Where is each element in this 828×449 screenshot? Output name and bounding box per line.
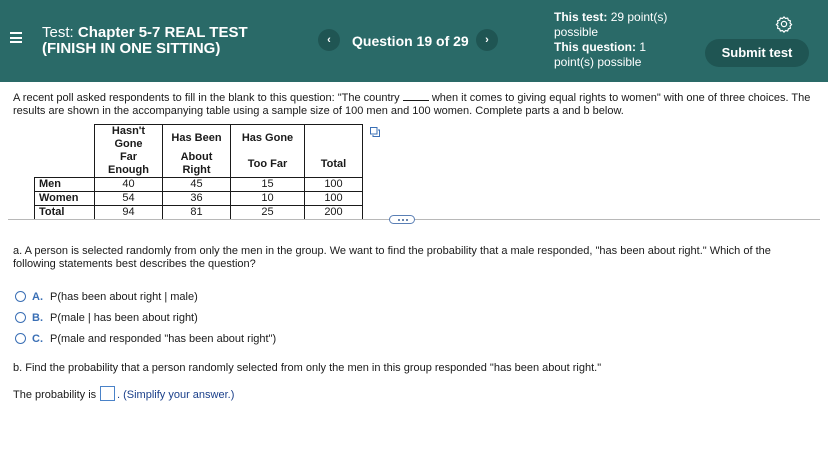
table-header [304,124,363,151]
table-cell: 200 [304,205,363,220]
table-header: About Right [162,151,231,178]
answer-hint: . (Simplify your answer.) [117,389,235,401]
next-question-button[interactable]: › [476,29,498,51]
test-title-name: Chapter 5-7 REAL TEST [77,24,248,41]
row-label: Women [34,191,95,206]
table-row: Men 40 45 15 100 [34,177,363,192]
submit-test-button[interactable]: Submit test [705,39,809,67]
table-cell: 54 [94,191,163,206]
choice-letter: B. [32,312,43,324]
answer-prefix: The probability is [13,389,97,401]
radio-button[interactable] [15,312,26,323]
part-b-prompt: b. Find the probability that a person ra… [13,362,602,374]
question-intro: A recent poll asked respondents to fill … [13,92,821,118]
table-cell: 40 [94,177,163,192]
test-title: Test: Chapter 5-7 REAL TEST (FINISH IN O… [42,25,248,57]
table-corner [34,124,95,178]
expand-toggle-button[interactable] [389,215,415,224]
choice-letter: A. [32,291,43,303]
menu-icon[interactable] [10,32,22,43]
table-header: Too Far [230,151,305,178]
choice-letter: C. [32,333,43,345]
part-a-prompt: a. A person is selected randomly from on… [13,245,771,270]
test-points-label: This test: [554,10,608,24]
table-cell: 81 [162,205,231,220]
row-label: Total [34,205,95,220]
table-cell: 15 [230,177,305,192]
header-bar: Test: Chapter 5-7 REAL TEST (FINISH IN O… [0,0,828,82]
question-intro-part1: A recent poll asked respondents to fill … [13,92,400,104]
question-counter: Question 19 of 29 [352,33,469,49]
table-cell: 94 [94,205,163,220]
gear-icon[interactable] [775,15,793,33]
table-cell: 10 [230,191,305,206]
table-row: Total 94 81 25 200 [34,205,363,220]
test-title-prefix: Test: [42,24,74,41]
question-points-label: This question: [554,40,636,54]
table-header: Has Gone [230,124,305,151]
copy-table-icon[interactable] [370,127,380,137]
table-cell: 45 [162,177,231,192]
choice-text: P(male | has been about right) [50,312,198,324]
radio-button[interactable] [15,333,26,344]
table-header: Far Enough [94,151,163,178]
table-cell: 36 [162,191,231,206]
radio-button[interactable] [15,291,26,302]
choice-a-option[interactable]: A. P(has been about right | male) [15,291,315,304]
table-header: Has Been [162,124,231,151]
table-cell: 100 [304,177,363,192]
test-title-line2: (FINISH IN ONE SITTING) [42,40,221,57]
choice-text: P(has been about right | male) [50,291,198,303]
table-header: Hasn't Gone [94,124,163,151]
previous-question-button[interactable]: ‹ [318,29,340,51]
choice-c-option[interactable]: C. P(male and responded "has been about … [15,333,315,346]
choice-text: P(male and responded "has been about rig… [50,333,277,345]
table-cell: 25 [230,205,305,220]
table-cell: 100 [304,191,363,206]
choice-b-option[interactable]: B. P(male | has been about right) [15,312,315,325]
row-label: Men [34,177,95,192]
table-header: Total [304,151,363,178]
fill-blank-line [402,92,429,101]
probability-answer-input[interactable] [100,386,115,401]
score-info: This test: 29 point(s) possible This que… [554,10,684,70]
table-row: Women 54 36 10 100 [34,191,363,206]
response-table: Hasn't Gone Has Been Has Gone Far Enough… [34,124,363,220]
